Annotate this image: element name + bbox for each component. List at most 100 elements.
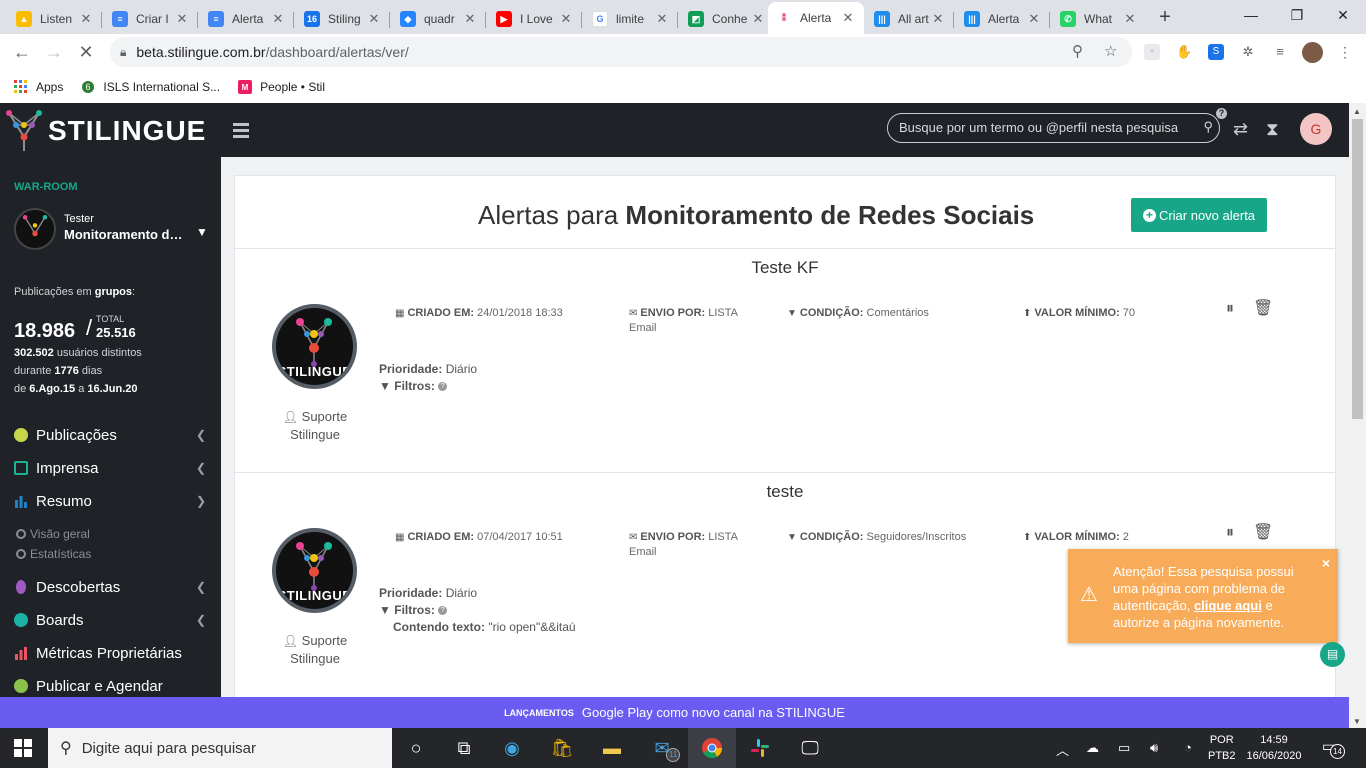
browser-tab-active[interactable]: ⁑ Alerta ✕ xyxy=(768,2,864,34)
scroll-thumb[interactable] xyxy=(1352,119,1363,419)
taskbar-search-input[interactable]: ⚲ Digite aqui para pesquisar xyxy=(48,728,392,768)
remote-desktop-icon[interactable]: 🖵︎ xyxy=(786,728,834,768)
zoom-icon[interactable]: ⚲ xyxy=(1072,42,1083,60)
stilingue-logo[interactable] xyxy=(6,109,42,153)
search-input[interactable]: Busque por um termo ou @perfil nesta pes… xyxy=(887,108,1227,143)
close-icon[interactable]: ✕ xyxy=(654,11,670,27)
task-view-icon[interactable]: ⧉ xyxy=(440,728,488,768)
profile-avatar[interactable] xyxy=(1302,42,1323,63)
authorize-link[interactable]: clique aqui xyxy=(1194,598,1262,613)
notes-icon[interactable]: ▤ xyxy=(1320,642,1345,667)
sidebar-item-metricas[interactable]: Métricas Proprietárias xyxy=(14,642,210,664)
sidebar-item-resumo[interactable]: Resumo ❯ xyxy=(14,490,210,512)
user-avatar[interactable]: G xyxy=(1300,113,1332,145)
help-icon[interactable]: ? xyxy=(438,606,448,616)
notification-center-icon[interactable]: ▭ 14 xyxy=(1322,738,1345,759)
url-path: /dashboard/alertas/ver/ xyxy=(265,44,409,60)
chevron-down-icon: ❯ xyxy=(195,494,206,508)
bookmark-apps[interactable]: Apps xyxy=(14,79,63,94)
sidebar-item-descobertas[interactable]: Descobertas ❮ xyxy=(14,576,210,598)
mail-icon[interactable]: ✉ 11 xyxy=(638,728,686,768)
onedrive-icon[interactable]: ☁ xyxy=(1086,740,1099,756)
close-icon[interactable]: ✕ xyxy=(174,11,190,27)
browser-tab[interactable]: ✆ What ✕ xyxy=(1052,4,1146,34)
close-icon[interactable]: ✕ xyxy=(462,11,478,27)
help-icon[interactable]: ? xyxy=(1216,108,1227,119)
file-explorer-icon[interactable]: ▬ xyxy=(588,728,636,768)
scroll-down-arrow-icon[interactable]: ▼ xyxy=(1353,717,1361,726)
browser-tab[interactable]: ◆ quadr ✕ xyxy=(392,4,486,34)
close-icon[interactable]: ✕ xyxy=(840,10,856,26)
system-clock[interactable]: 14:59 16/06/2020 xyxy=(1244,732,1304,764)
help-icon[interactable]: ? xyxy=(438,382,448,392)
announcement-bar[interactable]: LANÇAMENTOS Google Play como novo canal n… xyxy=(0,697,1349,728)
menu-dots-icon[interactable]: ⋮ xyxy=(1337,44,1353,60)
search-icon[interactable]: ⚲ xyxy=(1203,119,1213,135)
close-icon[interactable]: ✕ xyxy=(1122,11,1138,27)
sidebar-item-publicacoes[interactable]: Publicações ❮ xyxy=(14,424,210,446)
browser-tab[interactable]: ▲ Listen ✕ xyxy=(8,4,102,34)
new-tab-button[interactable]: + xyxy=(1154,6,1176,28)
forward-button[interactable]: → xyxy=(42,40,66,64)
extension-icon[interactable]: ▫ xyxy=(1144,44,1160,60)
page-scrollbar[interactable]: ▲ ▼ xyxy=(1349,103,1366,728)
battery-icon[interactable]: ▭ xyxy=(1118,740,1130,756)
close-icon[interactable]: ✕ xyxy=(1026,11,1042,27)
sidebar-subitem-estatisticas[interactable]: Estatísticas xyxy=(16,547,91,561)
refresh-icon[interactable]: ⇄ xyxy=(1233,119,1248,140)
restore-button[interactable]: ❐ xyxy=(1274,0,1320,32)
close-icon[interactable]: ✕ xyxy=(750,11,766,27)
browser-tab[interactable]: ≡ Alerta ✕ xyxy=(200,4,294,34)
bookmark-star-icon[interactable]: ☆ xyxy=(1104,42,1117,60)
trash-icon[interactable]: 🗑︎ xyxy=(1253,524,1273,542)
hourglass-icon[interactable]: ⧗ xyxy=(1266,119,1279,140)
edge-icon[interactable]: ◉ xyxy=(488,728,536,768)
store-icon[interactable]: 🛍︎ xyxy=(538,728,586,768)
browser-tab[interactable]: 16 Stiling ✕ xyxy=(296,4,390,34)
browser-tab[interactable]: ||| Alerta ✕ xyxy=(956,4,1050,34)
browser-tab[interactable]: ◩ Conhe ✕ xyxy=(680,4,774,34)
back-button[interactable]: ← xyxy=(10,40,34,64)
browser-tab[interactable]: ||| All art ✕ xyxy=(866,4,954,34)
project-name[interactable]: Monitoramento de Redes Sociais xyxy=(64,227,189,242)
scroll-up-arrow-icon[interactable]: ▲ xyxy=(1353,107,1361,116)
volume-icon[interactable]: 🔊︎ xyxy=(1150,740,1158,756)
chrome-icon[interactable] xyxy=(688,728,736,768)
sidebar-item-publicar[interactable]: Publicar e Agendar xyxy=(14,675,210,697)
slack-icon[interactable] xyxy=(736,728,784,768)
close-icon[interactable]: ✕ xyxy=(366,11,382,27)
chevron-up-icon[interactable]: ︿ xyxy=(1056,740,1069,759)
sidebar-item-boards[interactable]: Boards ❮ xyxy=(14,609,210,631)
sidebar-subitem-visao-geral[interactable]: Visão geral xyxy=(16,527,90,541)
url-field[interactable]: 🔒︎ beta.stilingue.com.br/dashboard/alert… xyxy=(110,37,1132,67)
hand-extension-icon[interactable]: ✋ xyxy=(1176,44,1192,60)
wifi-icon[interactable]: ◔ xyxy=(1184,740,1192,755)
puzzle-icon[interactable]: ✲ xyxy=(1240,44,1256,60)
pause-icon[interactable]: ⏸ xyxy=(1221,524,1239,542)
close-icon[interactable]: ✕ xyxy=(930,11,946,27)
close-icon[interactable]: ✕ xyxy=(270,11,286,27)
trash-icon[interactable]: 🗑︎ xyxy=(1253,300,1273,318)
media-icon[interactable]: ≡ xyxy=(1272,44,1288,60)
s-extension-icon[interactable]: S xyxy=(1208,44,1224,60)
close-icon[interactable]: ✕ xyxy=(78,11,94,27)
minimize-button[interactable]: — xyxy=(1228,0,1274,32)
bookmark-people[interactable]: M People • Stil xyxy=(238,79,325,94)
stop-loading-button[interactable]: ✕ xyxy=(74,40,98,64)
close-icon[interactable]: × xyxy=(1322,555,1330,572)
hamburger-menu-icon[interactable] xyxy=(233,123,249,141)
pause-icon[interactable]: ⏸ xyxy=(1221,300,1239,318)
browser-tab[interactable]: G limite ✕ xyxy=(584,4,678,34)
browser-tab[interactable]: ▶ I Love ✕ xyxy=(488,4,582,34)
language-indicator[interactable]: POR PTB2 xyxy=(1208,732,1236,764)
browser-tab[interactable]: ≡ Criar I ✕ xyxy=(104,4,198,34)
close-window-button[interactable]: ✕ xyxy=(1320,0,1366,32)
windows-start-icon[interactable] xyxy=(14,739,32,757)
sidebar-item-imprensa[interactable]: Imprensa ❮ xyxy=(14,457,210,479)
cortana-icon[interactable]: ○ xyxy=(392,728,440,768)
bookmark-isls[interactable]: 6 ISLS International S... xyxy=(81,80,220,94)
create-alert-button[interactable]: + Criar novo alerta xyxy=(1131,198,1267,232)
project-avatar[interactable] xyxy=(14,208,56,250)
close-icon[interactable]: ✕ xyxy=(558,11,574,27)
chevron-down-icon[interactable]: ▼ xyxy=(196,225,208,239)
